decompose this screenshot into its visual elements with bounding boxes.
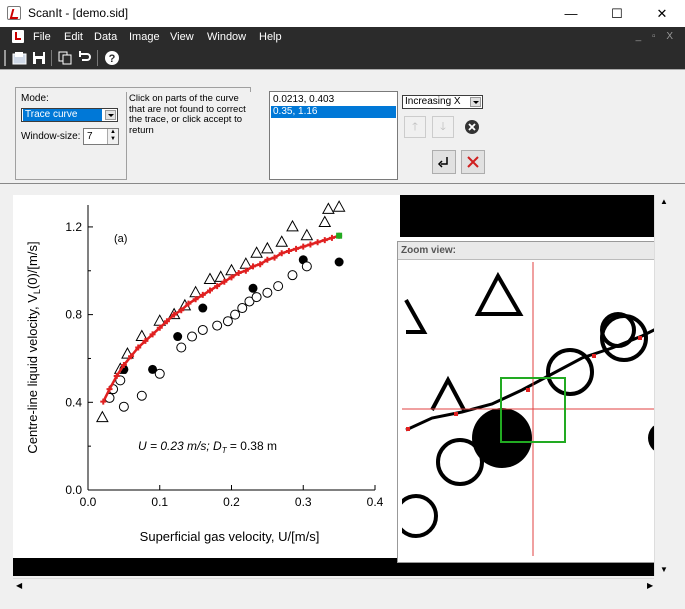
- zoom-triangle: [404, 299, 428, 334]
- open-circle-point: [237, 303, 248, 314]
- trace-point: [307, 241, 314, 248]
- triangle-point: [286, 219, 299, 232]
- zoom-crosshair: [402, 262, 665, 556]
- open-circle-point: [301, 261, 312, 272]
- trace-point: [314, 239, 321, 246]
- open-circle-point: [222, 316, 233, 327]
- triangle-point: [322, 202, 335, 214]
- trace-end-marker: [336, 232, 343, 239]
- triangle-point: [250, 246, 263, 258]
- y-tick-label: 1.2: [65, 220, 82, 234]
- triangle-point: [239, 257, 253, 269]
- zoom-trace-point: [592, 354, 596, 358]
- x-tick-label: 0.2: [223, 495, 240, 509]
- zoom-triangle: [430, 375, 466, 411]
- horizontal-scrollbar[interactable]: [13, 578, 671, 595]
- zoom-trace-point: [454, 412, 458, 416]
- vertical-scrollbar[interactable]: [654, 195, 671, 576]
- y-tick-label: 0.4: [65, 395, 82, 409]
- open-circle-point: [230, 309, 241, 320]
- zoom-trace-point: [526, 388, 530, 392]
- triangle-point: [332, 200, 346, 212]
- open-circle-point: [212, 320, 223, 331]
- open-circle-point: [176, 342, 187, 353]
- x-tick-label: 0.4: [367, 495, 384, 509]
- open-circle-point: [251, 292, 262, 303]
- filled-circle-point: [334, 257, 344, 267]
- triangle-point: [300, 228, 314, 241]
- triangle-point: [203, 272, 217, 285]
- scroll-right-icon[interactable]: ▶: [647, 581, 653, 590]
- open-circle-point: [187, 331, 198, 342]
- triangle-point: [318, 215, 332, 228]
- panel-label: (a): [114, 233, 127, 245]
- triangle-point: [225, 263, 238, 276]
- open-circle-point: [154, 368, 165, 379]
- zoom-trace-point: [406, 427, 410, 431]
- open-circle-point: [118, 401, 129, 412]
- triangle-point: [96, 410, 109, 423]
- trace-point: [328, 234, 335, 241]
- x-tick-label: 0.1: [151, 495, 168, 509]
- zoom-view[interactable]: [402, 262, 665, 556]
- x-tick-label: 0.3: [295, 495, 312, 509]
- x-axis-label: Superficial gas velocity, U/[m/s]: [140, 529, 320, 544]
- open-circle-point: [273, 281, 284, 292]
- y-tick-label: 0.0: [65, 483, 82, 497]
- scroll-corner: [654, 578, 671, 595]
- x-tick-label: 0.0: [80, 495, 97, 509]
- y-tick-label: 0.8: [65, 308, 82, 322]
- scroll-left-icon[interactable]: ◀: [16, 581, 22, 590]
- zoom-triangle: [474, 271, 524, 316]
- trace-point: [300, 243, 307, 250]
- filled-circle-point: [248, 283, 258, 293]
- triangle-point: [189, 285, 202, 298]
- scroll-up-icon[interactable]: ▲: [660, 197, 668, 206]
- filled-circle-point: [198, 303, 208, 313]
- zoom-trace-point: [638, 336, 642, 340]
- open-circle-point: [262, 287, 273, 298]
- image-black-band-top: [400, 195, 654, 237]
- scroll-down-icon[interactable]: ▼: [660, 565, 668, 574]
- chart-annotation: U = 0.23 m/s; DT = 0.38 m: [138, 439, 277, 455]
- trace-point: [321, 237, 328, 244]
- filled-circle-point: [173, 332, 183, 342]
- open-circle-point: [197, 324, 208, 335]
- trace-point: [293, 245, 300, 252]
- open-circle-point: [136, 390, 147, 401]
- zoom-circle: [402, 494, 438, 538]
- app-window: ScanIt - [demo.sid] — ☐ ✕ File Edit Data…: [0, 0, 685, 609]
- trace-point: [285, 248, 292, 255]
- zoom-title: Zoom view:: [398, 242, 668, 260]
- triangle-point: [275, 235, 289, 247]
- y-axis-label: Centre-line liquid velocity, VL(0)/[m/s]: [25, 241, 42, 453]
- open-circle-point: [287, 270, 298, 281]
- triangle-point: [261, 241, 274, 254]
